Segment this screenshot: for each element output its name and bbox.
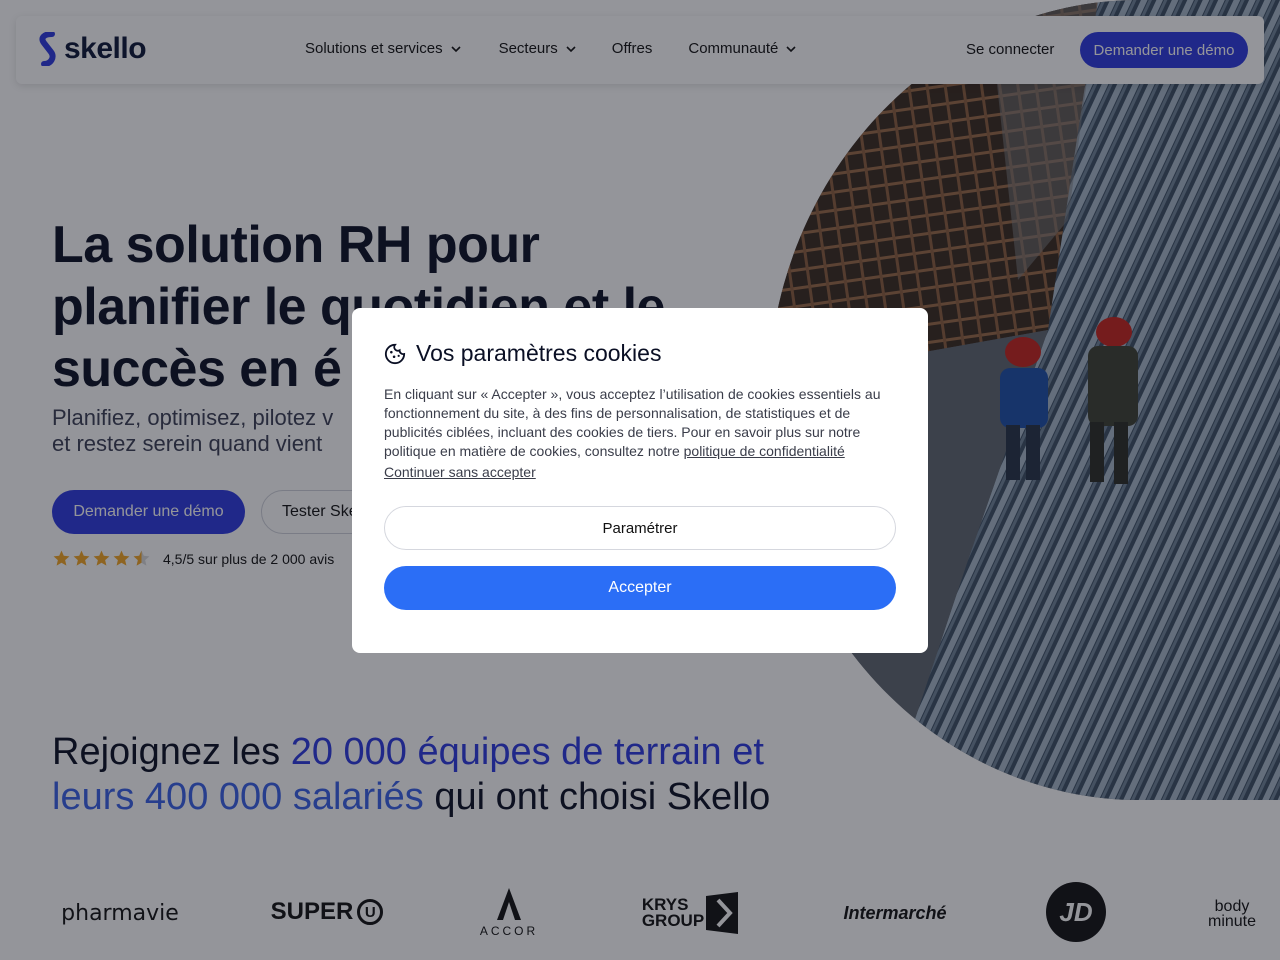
continue-without-accepting-link[interactable]: Continuer sans accepter bbox=[384, 463, 896, 482]
modal-title: Vos paramètres cookies bbox=[416, 340, 662, 366]
modal-header: Vos paramètres cookies bbox=[384, 340, 896, 367]
cookie-icon bbox=[384, 343, 406, 364]
cookie-consent-modal: Vos paramètres cookies En cliquant sur «… bbox=[352, 308, 928, 653]
privacy-policy-link[interactable]: politique de confidentialité bbox=[684, 443, 845, 459]
modal-body: En cliquant sur « Accepter », vous accep… bbox=[384, 385, 896, 482]
accept-cookies-button[interactable]: Accepter bbox=[384, 566, 896, 610]
cookie-settings-button[interactable]: Paramétrer bbox=[384, 506, 896, 550]
